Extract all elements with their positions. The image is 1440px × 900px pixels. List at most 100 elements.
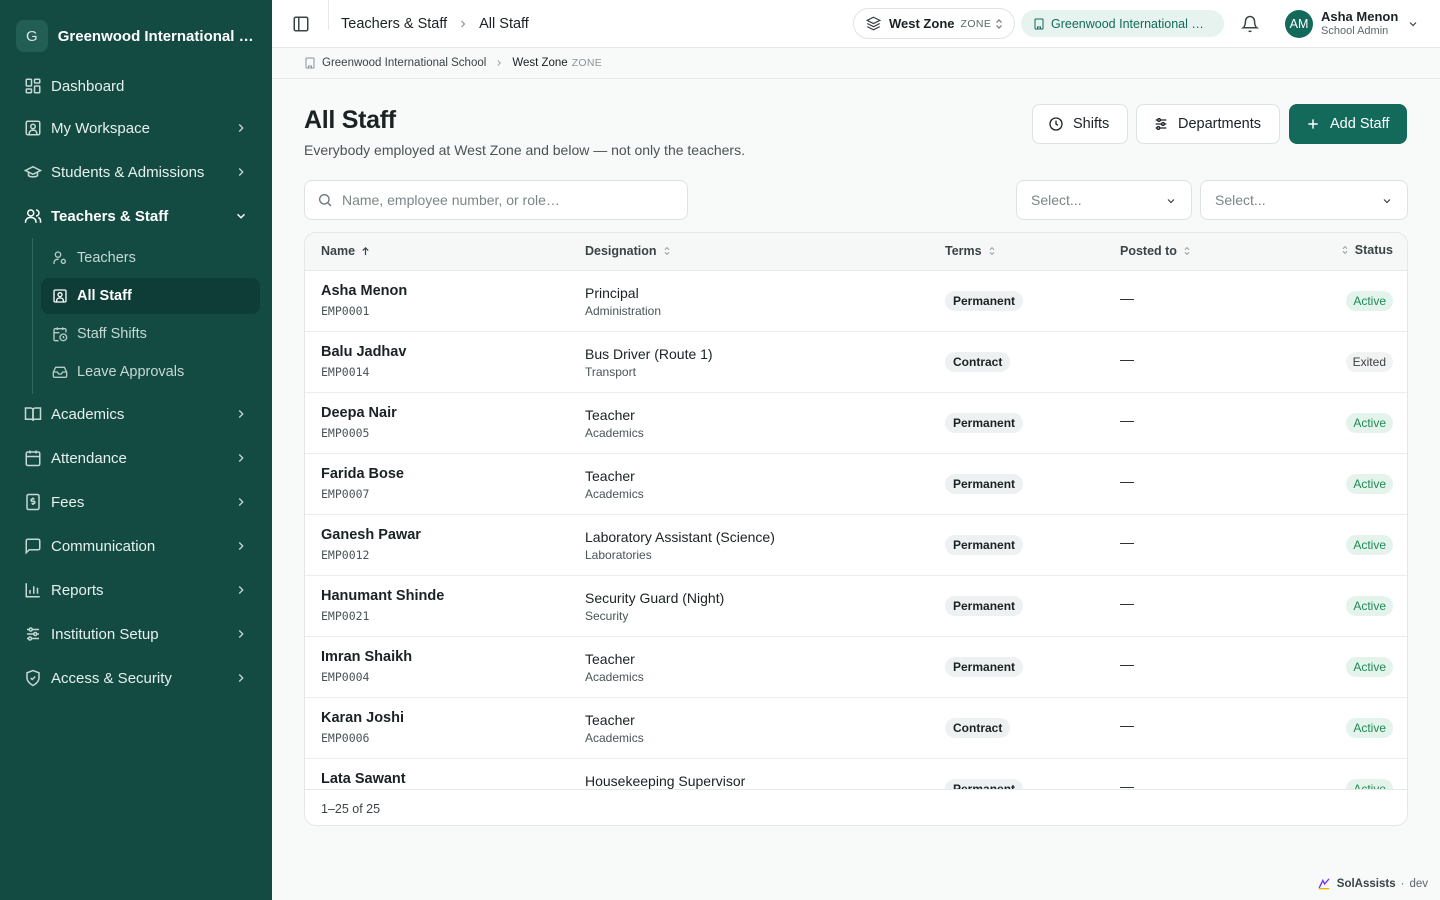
column-header-label: Designation (585, 244, 657, 258)
plus-icon (1308, 119, 1318, 129)
column-header-designation[interactable]: Designation (585, 244, 672, 258)
sidebar-header[interactable]: G Greenwood International School (0, 0, 272, 72)
staff-name[interactable]: Farida Bose (321, 466, 404, 482)
status-badge: Active (1346, 718, 1393, 738)
nav-label: Teachers & Staff (51, 207, 169, 225)
nav-item-academics[interactable]: Academics (16, 396, 260, 432)
breadcrumb-parent[interactable]: Teachers & Staff (341, 16, 447, 32)
users-icon (24, 209, 42, 223)
terms-badge: Permanent (945, 535, 1024, 555)
filter-select-1[interactable]: Select... (1016, 180, 1192, 220)
sidebar-item-teachers[interactable]: Teachers (41, 240, 260, 276)
sidebar-item-leave-approvals[interactable]: Leave Approvals (41, 354, 260, 390)
employee-number: EMP0004 (321, 670, 370, 684)
chevron-right-icon (238, 630, 244, 638)
nav-item-institution-setup[interactable]: Institution Setup (16, 616, 260, 652)
zone-switcher[interactable]: West Zone ZONE (853, 8, 1015, 39)
posted-to: — (1120, 778, 1134, 789)
department: Academics (585, 487, 644, 501)
sub-label: Leave Approvals (77, 364, 185, 380)
posted-to: — (1120, 717, 1134, 733)
posted-to: — (1120, 595, 1134, 611)
user-name[interactable]: Asha Menon (1321, 9, 1398, 24)
school-logo: G (16, 20, 48, 52)
chevron-down-icon[interactable] (1407, 18, 1419, 30)
page-subtitle: Everybody employed at West Zone and belo… (304, 142, 745, 158)
department: Administration (585, 304, 662, 318)
table-row[interactable]: Karan Joshi EMP0006 Teacher Academics Co… (305, 698, 1407, 759)
staff-name[interactable]: Hanumant Shinde (321, 588, 444, 604)
column-header-status[interactable]: Status (1340, 243, 1393, 257)
column-header-posted-to[interactable]: Posted to (1120, 244, 1192, 258)
chevron-right-icon (238, 410, 244, 418)
nav-item-access-security[interactable]: Access & Security (16, 660, 260, 696)
nav-item-teachers-staff[interactable]: Teachers & Staff (16, 198, 260, 234)
nav-item-reports[interactable]: Reports (16, 572, 260, 608)
teacher-icon (53, 251, 66, 264)
nav-item-my-workspace[interactable]: My Workspace (16, 110, 260, 146)
school-chip[interactable]: Greenwood International School (1021, 10, 1224, 37)
staff-name[interactable]: Lata Sawant (321, 771, 406, 787)
table-row[interactable]: Hanumant Shinde EMP0021 Security Guard (… (305, 576, 1407, 637)
table-row[interactable]: Ganesh Pawar EMP0012 Laboratory Assistan… (305, 515, 1407, 576)
nav-item-attendance[interactable]: Attendance (16, 440, 260, 476)
column-header-name[interactable]: Name (321, 244, 371, 258)
staff-name[interactable]: Karan Joshi (321, 710, 404, 726)
staff-name[interactable]: Imran Shaikh (321, 649, 412, 665)
sidebar-toggle-icon[interactable] (292, 15, 310, 33)
divider (328, 0, 329, 30)
nav-label: Dashboard (51, 77, 125, 95)
staff-name[interactable]: Deepa Nair (321, 405, 397, 421)
table-header: Name Designation Terms Posted to Status (305, 233, 1407, 271)
nav-item-communication[interactable]: Communication (16, 528, 260, 564)
terms-badge: Contract (945, 718, 1011, 738)
filter-select-2-value: Select... (1215, 192, 1266, 208)
scope-zone-tag: ZONE (571, 57, 603, 69)
designation: Laboratory Assistant (Science) (585, 529, 775, 545)
bar-chart-icon (25, 583, 40, 598)
filter-select-2[interactable]: Select... (1200, 180, 1408, 220)
designation: Teacher (585, 407, 635, 423)
table-row[interactable]: Farida Bose EMP0007 Teacher Academics Pe… (305, 454, 1407, 515)
bell-icon[interactable] (1241, 15, 1259, 33)
table-row[interactable]: Deepa Nair EMP0005 Teacher Academics Per… (305, 393, 1407, 454)
avatar[interactable]: AM (1285, 10, 1313, 38)
search-input[interactable] (342, 192, 672, 208)
table-row[interactable]: Lata Sawant Housekeeping Supervisor Perm… (305, 759, 1407, 789)
zone-name: West Zone (889, 16, 955, 31)
nav-item-fees[interactable]: Fees (16, 484, 260, 520)
departments-button-label: Departments (1178, 116, 1262, 132)
search-field[interactable] (304, 180, 688, 220)
table-row[interactable]: Balu Jadhav EMP0014 Bus Driver (Route 1)… (305, 332, 1407, 393)
department: Academics (585, 670, 644, 684)
staff-table: Name Designation Terms Posted to Status … (304, 232, 1408, 826)
nav-label: Attendance (51, 449, 127, 467)
building-icon (1034, 18, 1044, 29)
nav-item-students-admissions[interactable]: Students & Admissions (16, 154, 260, 190)
topbar: Teachers & Staff All Staff West Zone ZON… (272, 0, 1440, 48)
terms-badge: Permanent (945, 779, 1024, 789)
scope-school[interactable]: Greenwood International School (322, 57, 486, 69)
staff-name[interactable]: Ganesh Pawar (321, 527, 421, 543)
nav-label: Students & Admissions (51, 163, 205, 181)
column-header-label: Terms (945, 244, 982, 258)
sidebar-item-all-staff[interactable]: All Staff (41, 278, 260, 314)
add-staff-button[interactable]: Add Staff (1289, 104, 1407, 144)
staff-name[interactable]: Balu Jadhav (321, 344, 406, 360)
sidebar-item-staff-shifts[interactable]: Staff Shifts (41, 316, 260, 352)
designation: Housekeeping Supervisor (585, 773, 746, 789)
designation: Principal (585, 285, 639, 301)
nav-item-dashboard[interactable]: Dashboard (16, 68, 260, 104)
status-badge: Active (1346, 596, 1393, 616)
scope-breadcrumb: Greenwood International School West Zone… (272, 48, 1440, 79)
designation: Teacher (585, 712, 635, 728)
department: Laboratories (585, 548, 652, 562)
brand-separator: · (1400, 878, 1405, 890)
table-row[interactable]: Asha Menon EMP0001 Principal Administrat… (305, 271, 1407, 332)
table-row[interactable]: Imran Shaikh EMP0004 Teacher Academics P… (305, 637, 1407, 698)
staff-name[interactable]: Asha Menon (321, 283, 407, 299)
workspace-icon (25, 120, 41, 136)
shifts-button[interactable]: Shifts (1032, 104, 1128, 144)
departments-button[interactable]: Departments (1136, 104, 1280, 144)
column-header-terms[interactable]: Terms (945, 244, 997, 258)
